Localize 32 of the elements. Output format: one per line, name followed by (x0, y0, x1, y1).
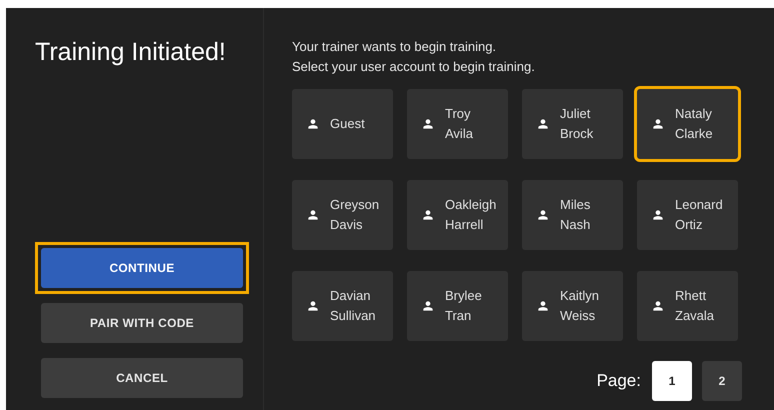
user-account-tile[interactable]: Davian Sullivan (292, 271, 393, 341)
user-account-tile[interactable]: Nataly Clarke (637, 89, 738, 159)
user-account-tile[interactable]: Oakleigh Harrell (407, 180, 508, 250)
person-icon (651, 208, 665, 222)
person-icon (306, 208, 320, 222)
user-account-tile[interactable]: Guest (292, 89, 393, 159)
page-button[interactable]: 1 (652, 361, 692, 401)
user-account-tile[interactable]: Rhett Zavala (637, 271, 738, 341)
person-icon (536, 117, 550, 131)
person-icon (421, 299, 435, 313)
user-account-tile[interactable]: Leonard Ortiz (637, 180, 738, 250)
person-icon (536, 208, 550, 222)
person-icon (536, 299, 550, 313)
screen-title: Training Initiated! (35, 37, 227, 68)
page-button[interactable]: 2 (702, 361, 742, 401)
user-account-tile[interactable]: Troy Avila (407, 89, 508, 159)
person-icon (421, 208, 435, 222)
person-icon (651, 117, 665, 131)
person-icon (651, 299, 665, 313)
action-button[interactable]: CONTINUE (41, 248, 243, 288)
user-account-tile[interactable]: Kaitlyn Weiss (522, 271, 623, 341)
person-icon (306, 299, 320, 313)
user-account-tile[interactable]: Brylee Tran (407, 271, 508, 341)
page-label: Page: (596, 370, 641, 392)
instructions-text: Your trainer wants to begin training. Select your user account to begin training. (292, 38, 536, 76)
user-account-tile[interactable]: Greyson Davis (292, 180, 393, 250)
person-icon (421, 117, 435, 131)
user-account-tile[interactable]: Miles Nash (522, 180, 623, 250)
action-button[interactable]: CANCEL (41, 358, 243, 398)
person-icon (306, 117, 320, 131)
action-button[interactable]: PAIR WITH CODE (41, 303, 243, 343)
user-account-tile[interactable]: Juliet Brock (522, 89, 623, 159)
